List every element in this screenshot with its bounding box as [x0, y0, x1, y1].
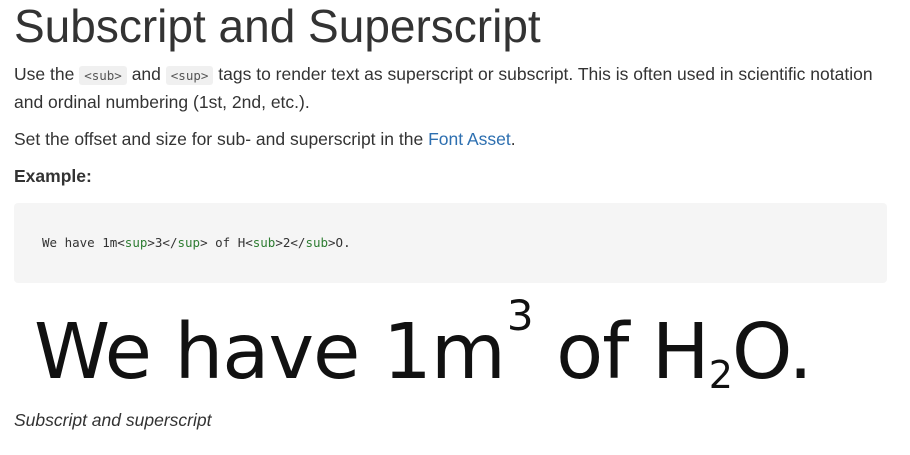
rendered-example-text: We have 1m3 of H2O. [34, 295, 813, 403]
page: Subscript and Superscript Use the <sub> … [0, 0, 910, 455]
page-title: Subscript and Superscript [14, 0, 541, 52]
offset-text-start: Set the offset and size for sub- and sup… [14, 129, 429, 149]
code-text: > of H< [200, 235, 253, 250]
rendered-superscript: 3 [506, 291, 534, 340]
font-asset-link[interactable]: Font Asset [428, 129, 511, 149]
offset-paragraph: Set the offset and size for sub- and sup… [14, 126, 896, 153]
code-tag: sup [177, 235, 201, 250]
intro-text-start: Use the [14, 64, 80, 84]
code-tag: sub [252, 235, 276, 250]
code-block: We have 1m<sup>3</sup> of H<sub>2</sub>O… [14, 203, 887, 283]
rendered-example-figure: We have 1m3 of H2O. [14, 295, 887, 403]
rendered-subscript: 2 [708, 353, 733, 397]
code-tag: sub [305, 235, 329, 250]
code-text: >2</ [275, 235, 306, 250]
rendered-prefix: We have 1m [34, 308, 506, 397]
intro-text-and: and [126, 64, 166, 84]
sup-tag-code: <sup> [165, 66, 214, 85]
code-text: >3</ [147, 235, 178, 250]
rendered-middle: of H [532, 308, 710, 397]
rendered-suffix: O. [731, 308, 813, 397]
code-line: We have 1m<sup>3</sup> of H<sub>2</sub>O… [42, 234, 859, 252]
offset-text-end: . [510, 129, 516, 149]
code-text: >O. [328, 235, 351, 250]
code-tag: sup [124, 235, 148, 250]
example-label: Example: [14, 166, 92, 186]
code-text: We have 1m< [42, 235, 125, 250]
figure-caption: Subscript and superscript [14, 410, 212, 430]
sub-tag-code: <sub> [79, 66, 127, 85]
intro-paragraph: Use the <sub> and <sup> tags to render t… [14, 61, 896, 116]
